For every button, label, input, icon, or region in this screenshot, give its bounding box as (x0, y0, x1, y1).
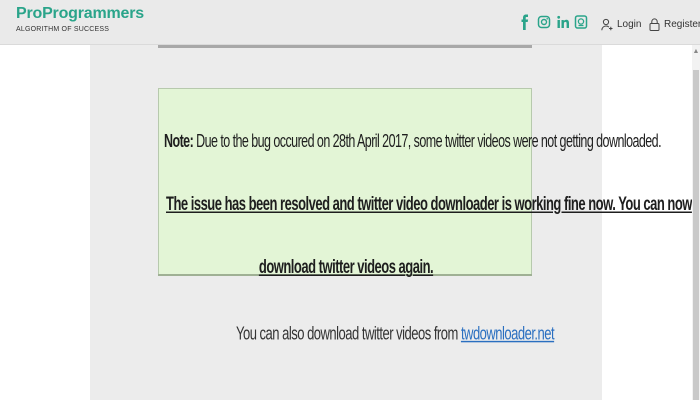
also-text: You can also download twitter videos fro… (236, 322, 461, 344)
linkedin-icon[interactable] (556, 14, 570, 30)
user-icon (601, 18, 613, 30)
note-message: Due to the bug occured on 28th April 201… (196, 131, 662, 152)
instagram-icon[interactable] (537, 14, 551, 30)
login-label: Login (617, 18, 642, 30)
logo-tagline: ALGORITHM OF SUCCESS (16, 26, 110, 33)
lock-icon (649, 17, 660, 31)
register-label: Register (664, 18, 700, 30)
facebook-icon[interactable] (518, 14, 532, 30)
logo-title[interactable]: ProProgrammers (16, 5, 144, 23)
scroll-up-icon[interactable]: ▲ (692, 46, 700, 58)
scrollbar-thumb[interactable] (693, 70, 699, 400)
notice-box (158, 88, 532, 276)
twdownloader-link[interactable]: twdownloader.net (461, 322, 555, 344)
login-link[interactable]: Login (601, 17, 641, 31)
site-header: ProProgrammers ALGORITHM OF SUCCESS Logi… (0, 0, 700, 45)
resolved-line-1: The issue has been resolved and twitter … (166, 192, 692, 215)
resolved-line-2: download twitter videos again. (258, 255, 434, 278)
note-label: Note: (164, 131, 194, 152)
divider (158, 45, 532, 48)
also-download-text: You can also download twitter videos fro… (236, 322, 555, 344)
note-text: Note: Due to the bug occured on 28th Apr… (164, 131, 662, 152)
register-link[interactable]: Register (649, 17, 700, 31)
whatsapp-icon[interactable] (574, 14, 588, 30)
